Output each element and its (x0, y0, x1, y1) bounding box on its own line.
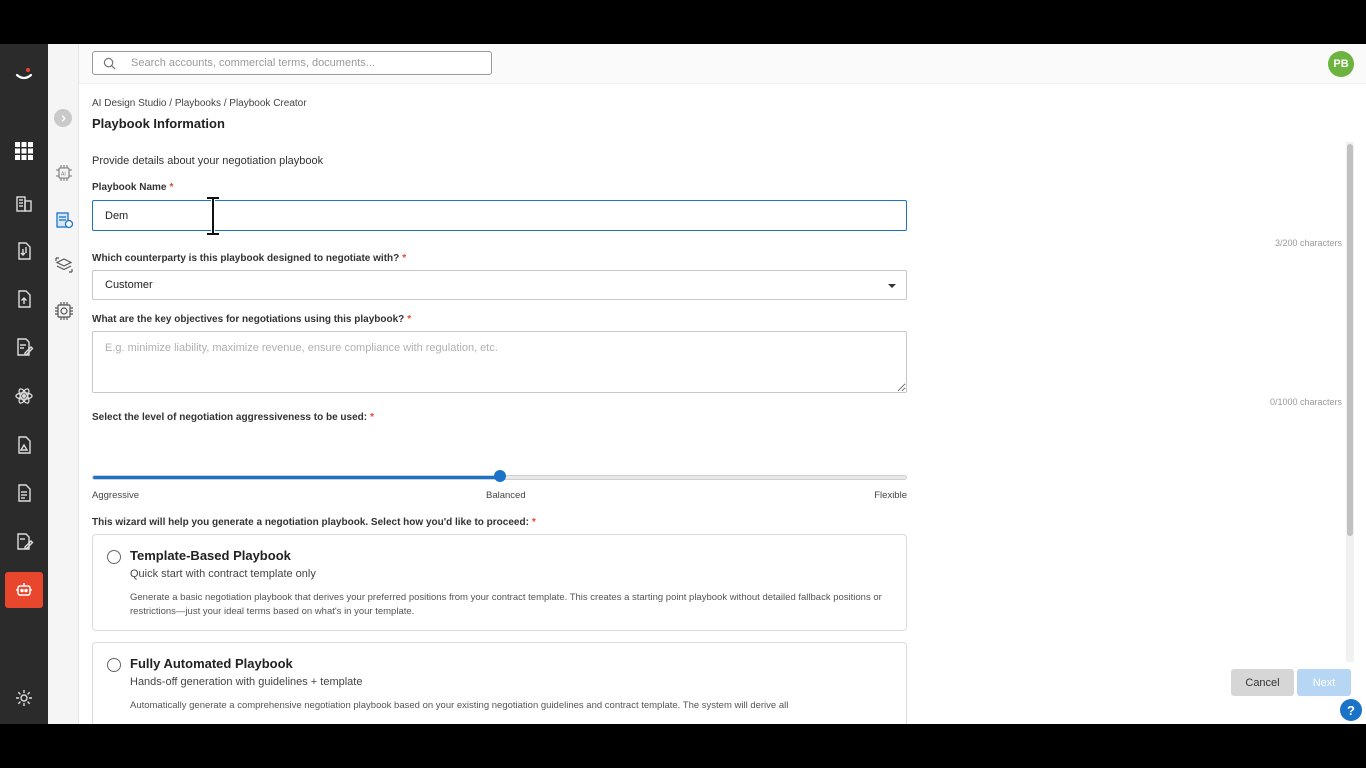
brand-logo-icon[interactable] (12, 62, 36, 86)
svg-text:AI: AI (61, 172, 66, 178)
option-title: Fully Automated Playbook (130, 656, 293, 671)
user-avatar[interactable]: PB (1328, 51, 1354, 77)
playbook-doc-icon[interactable] (53, 209, 75, 231)
option-description: Automatically generate a comprehensive n… (130, 700, 789, 711)
radio-template-based[interactable] (107, 550, 121, 564)
search-box[interactable] (92, 51, 492, 75)
document-transfer-icon[interactable] (12, 239, 36, 263)
document-edit-icon[interactable] (12, 335, 36, 359)
main-content: AI Design Studio / Playbooks / Playbook … (92, 84, 1342, 724)
playbook-name-counter: 3/200 characters (1274, 238, 1342, 248)
processor-icon[interactable] (53, 300, 75, 322)
option-subtitle: Hands-off generation with guidelines + t… (130, 676, 363, 688)
atom-icon[interactable] (12, 384, 36, 408)
document-sign-icon[interactable] (12, 529, 36, 553)
document-list-icon[interactable] (12, 481, 36, 505)
apps-grid-icon[interactable] (12, 139, 36, 163)
slider-tick-balanced: Balanced (486, 490, 526, 501)
playbook-name-label: Playbook Name * (92, 182, 174, 193)
counterparty-label: Which counterparty is this playbook desi… (92, 253, 407, 264)
next-button[interactable]: Next (1297, 669, 1351, 696)
search-input[interactable] (131, 54, 481, 72)
help-button[interactable]: ? (1340, 699, 1362, 721)
breadcrumb: AI Design Studio / Playbooks / Playbook … (92, 98, 307, 109)
robot-icon (16, 583, 32, 596)
counterparty-selected-value: Customer (105, 279, 153, 291)
slider-tick-aggressive: Aggressive (92, 490, 139, 501)
aggressiveness-slider-fill (93, 476, 501, 479)
option-subtitle: Quick start with contract template only (130, 568, 316, 580)
aggressiveness-slider-thumb[interactable] (493, 470, 506, 482)
document-upload-icon[interactable] (12, 287, 36, 311)
ai-bot-nav-item[interactable] (5, 572, 43, 608)
expand-chevron-icon[interactable] (54, 109, 72, 127)
text-cursor-icon (207, 196, 219, 236)
buildings-icon[interactable] (12, 191, 36, 215)
top-bar: PB (79, 44, 1366, 84)
objectives-label: What are the key objectives for negotiat… (92, 314, 412, 325)
layers-icon[interactable] (53, 254, 75, 276)
cancel-button[interactable]: Cancel (1231, 669, 1294, 696)
search-icon (103, 57, 116, 70)
counterparty-select[interactable]: Customer (92, 270, 907, 300)
settings-gear-icon[interactable] (12, 686, 36, 710)
dropdown-caret-icon (888, 284, 896, 288)
objectives-counter: 0/1000 characters (1269, 397, 1342, 407)
page-description: Provide details about your negotiation p… (92, 155, 324, 167)
content-scrollbar[interactable] (1346, 142, 1354, 662)
aggressiveness-label: Select the level of negotiation aggressi… (92, 412, 374, 423)
radio-fully-automated[interactable] (107, 658, 121, 672)
scrollbar-thumb[interactable] (1347, 144, 1353, 536)
option-title: Template-Based Playbook (130, 548, 291, 563)
objectives-textarea[interactable] (92, 331, 907, 393)
option-template-based[interactable]: Template-Based Playbook Quick start with… (92, 534, 907, 631)
ai-chip-icon[interactable]: AI (53, 162, 75, 184)
wizard-label: This wizard will help you generate a neg… (92, 517, 536, 528)
option-fully-automated[interactable]: Fully Automated Playbook Hands-off gener… (92, 642, 907, 724)
slider-tick-flexible: Flexible (874, 490, 907, 501)
page-title: Playbook Information (92, 116, 225, 131)
document-chart-icon[interactable] (12, 433, 36, 457)
primary-nav-rail (0, 44, 48, 724)
app-frame: AI PB AI Design Studio / Playbooks / Pla… (0, 44, 1366, 724)
option-description: Generate a basic negotiation playbook th… (130, 592, 882, 617)
secondary-nav-rail: AI (48, 44, 79, 724)
